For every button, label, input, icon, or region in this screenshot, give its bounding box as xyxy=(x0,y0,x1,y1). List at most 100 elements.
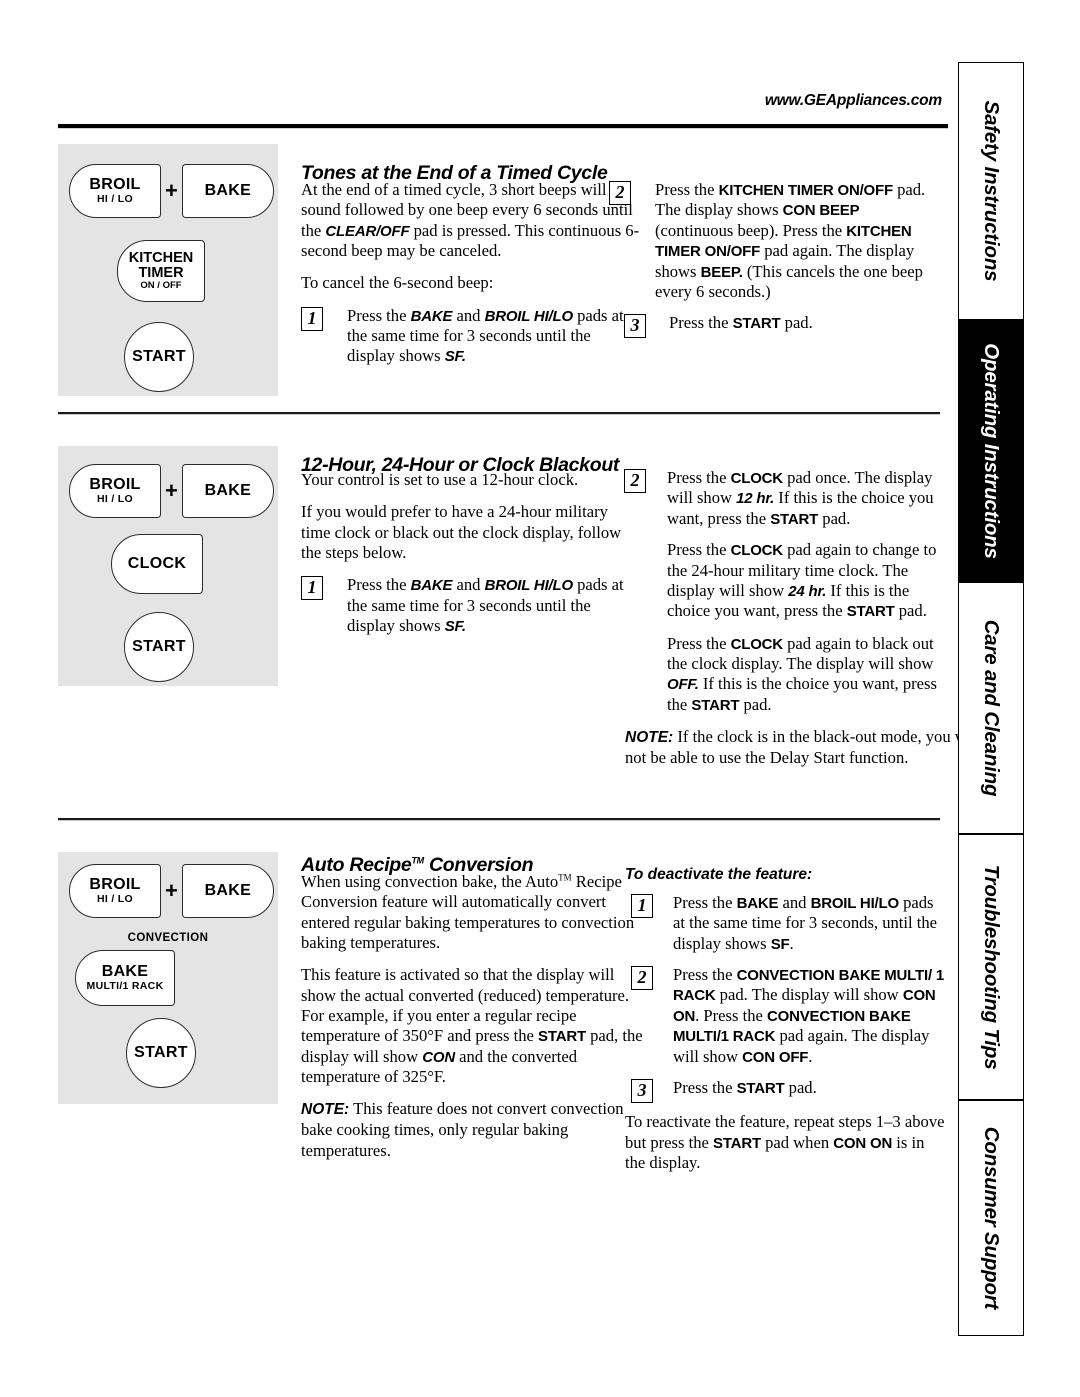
side-tab-label: Safety Instructions xyxy=(980,100,1003,282)
command-label: BROIL HI/LO xyxy=(484,307,574,325)
step-item: 1 Press the BAKE and BROIL HI/LO pads at… xyxy=(625,893,945,954)
side-tab-safety-instructions[interactable]: Safety Instructions xyxy=(958,62,1024,320)
manual-page: www.GEAppliances.com BROIL HI / LO + BAK… xyxy=(0,0,1080,1397)
command-label: 12 hr. xyxy=(736,490,775,508)
pad-label-line2: HI / LO xyxy=(97,893,133,906)
step-item: 3 Press the START pad. xyxy=(624,313,940,339)
clock-right-column: 2 Press the CLOCK pad once. The display … xyxy=(624,468,981,780)
pad-kitchen-timer-on-off[interactable]: KITCHEN TIMER ON / OFF xyxy=(117,240,205,302)
text-run: Press the xyxy=(669,313,733,333)
command-label: START xyxy=(770,510,819,528)
command-label: CON ON xyxy=(833,1134,893,1152)
step-number: 3 xyxy=(631,1078,653,1103)
step-text: Press the BAKE and BROIL HI/LO pads at t… xyxy=(625,893,945,954)
pad-bake[interactable]: BAKE xyxy=(181,164,274,218)
pad-start[interactable]: START xyxy=(124,612,194,682)
command-label: BAKE xyxy=(736,894,779,912)
pad-broil-hi-lo[interactable]: BROIL HI / LO xyxy=(69,164,161,218)
pad-label-line1: KITCHEN xyxy=(128,249,194,266)
command-label: START xyxy=(732,315,781,333)
text-run: (continuous beep). Press the xyxy=(655,220,847,240)
clock-paragraph-24hr: Press the CLOCK pad again to change to t… xyxy=(625,540,945,621)
note-label: NOTE: xyxy=(625,729,674,746)
clock-paragraph-2: If you would prefer to have a 24-hour mi… xyxy=(301,502,622,562)
side-tab-consumer-support[interactable]: Consumer Support xyxy=(958,1100,1024,1336)
pad-bake[interactable]: BAKE xyxy=(181,464,274,518)
command-label: CLOCK xyxy=(730,635,784,653)
pad-row-broil-bake: BROIL HI / LO + BAKE xyxy=(69,864,274,918)
command-label: BAKE xyxy=(410,307,453,325)
pad-convection-bake-multi-1-rack[interactable]: BAKE MULTI/1 RACK xyxy=(75,950,175,1006)
command-label: CLOCK xyxy=(730,470,784,487)
side-tab-operating-instructions[interactable]: Operating Instructions xyxy=(958,320,1024,582)
pad-broil-hi-lo[interactable]: BROIL HI / LO xyxy=(69,464,161,518)
pad-label-line1: START xyxy=(134,1043,188,1061)
deactivate-heading: To deactivate the feature: xyxy=(625,866,813,883)
clock-paragraph-blackout: Press the CLOCK pad again to black out t… xyxy=(625,634,945,715)
text-run: Press the xyxy=(673,1077,737,1097)
command-label: BROIL HI/LO xyxy=(810,894,900,912)
text-run: Press the xyxy=(347,305,411,325)
autorecipe-paragraph-2: This feature is activated so that the di… xyxy=(301,965,651,1087)
pad-label-line1: START xyxy=(132,347,186,365)
text-run: pad. xyxy=(818,508,851,528)
control-panel-illustration-tones: BROIL HI / LO + BAKE KITCHEN TIMER ON / … xyxy=(58,144,278,396)
control-panel-illustration-autorecipe: BROIL HI / LO + BAKE CONVECTION BAKE MUL… xyxy=(58,852,278,1104)
step-text: Press the BAKE and BROIL HI/LO pads at t… xyxy=(301,306,641,367)
text-run: Press the xyxy=(673,965,737,985)
side-tab-troubleshooting-tips[interactable]: Troubleshooting Tips xyxy=(958,834,1024,1100)
step-number: 1 xyxy=(301,306,323,331)
tones-right-column: 2 Press the KITCHEN TIMER ON/OFF pad. Th… xyxy=(609,180,940,345)
pad-label-line2: HI / LO xyxy=(97,193,133,206)
clock-paragraph-1: Your control is set to use a 12-hour clo… xyxy=(301,470,579,489)
step-item: 3 Press the START pad. xyxy=(625,1078,945,1103)
text-run: pad when xyxy=(760,1132,834,1152)
tones-paragraph-2: To cancel the 6-second beep: xyxy=(301,273,494,293)
pad-start[interactable]: START xyxy=(126,1018,196,1088)
side-tab-care-and-cleaning[interactable]: Care and Cleaning xyxy=(958,582,1024,834)
command-label: SF. xyxy=(444,348,466,366)
step-item: 1 Press the BAKE and BROIL HI/LO pads at… xyxy=(301,575,631,636)
pad-label-line1: BROIL xyxy=(89,475,141,493)
text-run: Press the xyxy=(673,892,737,912)
step-number: 2 xyxy=(631,966,653,991)
text-run: pad. xyxy=(894,601,927,621)
side-tab-label: Operating Instructions xyxy=(980,343,1003,559)
side-tab-label: Troubleshooting Tips xyxy=(980,864,1003,1070)
pad-broil-hi-lo[interactable]: BROIL HI / LO xyxy=(69,864,161,918)
pad-row-broil-bake: BROIL HI / LO + BAKE xyxy=(69,464,274,518)
pad-bake[interactable]: BAKE xyxy=(181,864,274,918)
page-header: www.GEAppliances.com xyxy=(58,92,948,132)
command-label: START xyxy=(713,1134,761,1152)
pad-label-line1: BROIL xyxy=(89,875,141,893)
plus-sign: + xyxy=(165,178,178,203)
step-item: 2 Press the CONVECTION BAKE MULTI/ 1 RAC… xyxy=(625,965,945,1067)
pad-label-line1: BAKE xyxy=(204,881,252,899)
pad-clock[interactable]: CLOCK xyxy=(111,534,203,594)
note-label: NOTE: xyxy=(301,1101,350,1119)
trademark-mark: TM xyxy=(558,872,572,883)
text-run: Press the xyxy=(347,575,411,595)
command-label: KITCHEN TIMER ON/OFF xyxy=(718,182,894,199)
clock-note: NOTE: If the clock is in the black-out m… xyxy=(625,727,985,768)
command-label: OFF. xyxy=(667,676,699,694)
section-divider-1 xyxy=(58,412,940,415)
plus-sign: + xyxy=(165,478,178,503)
step-number: 3 xyxy=(624,314,646,339)
pad-start[interactable]: START xyxy=(124,322,194,392)
step-number: 2 xyxy=(609,181,631,205)
command-label: CLOCK xyxy=(730,542,784,560)
step-number: 2 xyxy=(624,469,646,493)
command-label: SF. xyxy=(444,617,466,635)
step-text: Press the START pad. xyxy=(625,313,940,333)
text-run: pad. The display will show xyxy=(715,985,903,1005)
step-text: Press the CONVECTION BAKE MULTI/ 1 RACK … xyxy=(625,965,945,1067)
autorecipe-reactivate-paragraph: To reactivate the feature, repeat steps … xyxy=(625,1112,945,1173)
step-text: Press the START pad. xyxy=(625,1078,945,1098)
text-run: When using convection bake, the Auto xyxy=(301,872,559,891)
text-run: . Press the xyxy=(695,1005,768,1025)
command-label: BEEP. xyxy=(700,263,743,281)
step-number: 1 xyxy=(631,893,653,918)
command-label: BROIL HI/LO xyxy=(484,577,574,595)
text-run: This feature does not convert convection… xyxy=(301,1099,624,1160)
